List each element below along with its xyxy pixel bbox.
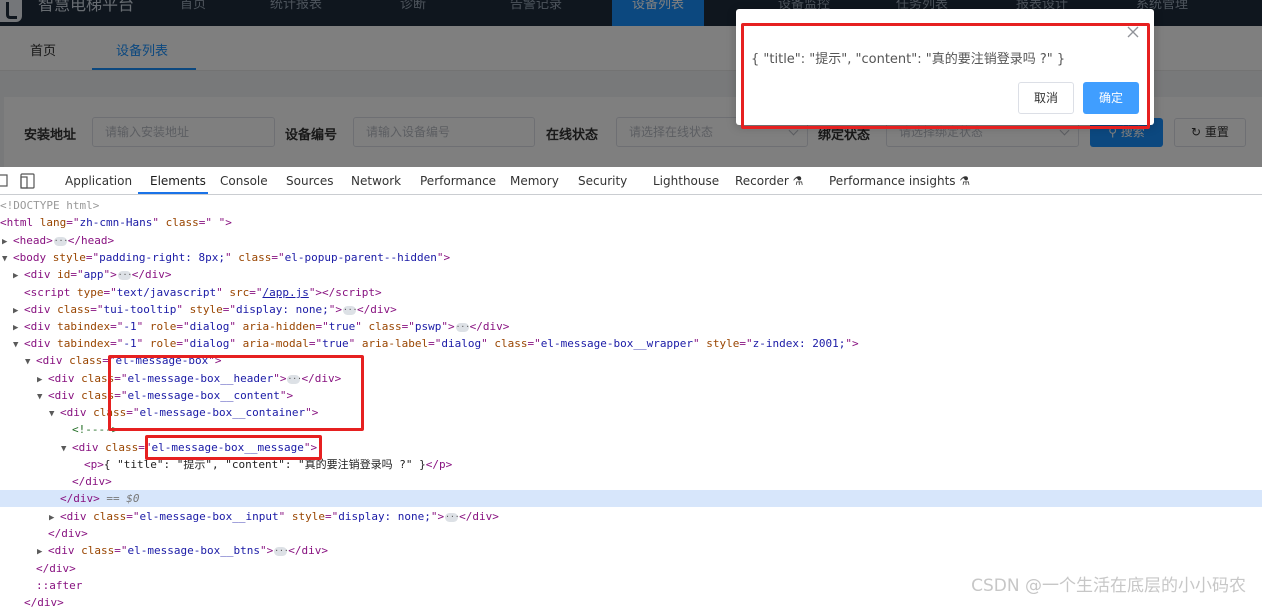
devtools-tab-sources[interactable]: Sources [286, 174, 333, 188]
devtools-tab-console[interactable]: Console [220, 174, 268, 188]
devtools-tab-network[interactable]: Network [351, 174, 401, 188]
recorder-label: Recorder [735, 174, 789, 188]
body-class-value: el-popup-parent--hidden [284, 251, 437, 264]
tooltip-style-value: display: none; [235, 303, 329, 316]
dom-line-content-close[interactable]: </div> [48, 525, 88, 542]
devtools-tab-security[interactable]: Security [578, 174, 627, 188]
dom-line-head[interactable]: ▶ <head>···</head> [2, 232, 114, 249]
wrap-class-value: el-message-box__wrapper [540, 337, 694, 350]
dom-line-html[interactable]: <html lang="zh-cmn-Hans" class=" "> [0, 214, 232, 231]
wrap-tabindex-value: -1 [123, 337, 137, 350]
after-pseudo: ::after [36, 579, 83, 592]
body-style-value: padding-right: 8px; [99, 251, 225, 264]
html-lang-value: zh-cmn-Hans [79, 216, 153, 229]
selected-marker: == $0 [106, 492, 140, 505]
app-id-value: app [83, 268, 104, 281]
dom-line-wrapper[interactable]: ▼ <div tabindex="-1" role="dialog" aria-m… [13, 335, 859, 352]
html-class-value [212, 216, 219, 229]
dom-line-pswp[interactable]: ▶ <div tabindex="-1" role="dialog" aria-h… [13, 318, 509, 335]
devtools-tab-memory[interactable]: Memory [510, 174, 559, 188]
dom-line-btns[interactable]: ▶ <div class="el-message-box__btns">···</… [37, 542, 328, 559]
dom-line-after[interactable]: ::after [36, 577, 82, 594]
highlight-annotation [108, 355, 364, 431]
devtools-tab-lighthouse[interactable]: Lighthouse [653, 174, 719, 188]
devtools-tab-performance-insights[interactable]: Performance insights ⚗ [829, 174, 970, 188]
dom-line-tooltip[interactable]: ▶ <div class="tui-tooltip" style="display… [13, 301, 397, 318]
dom-line-body[interactable]: ▼ <body style="padding-right: 8px;" class… [2, 249, 450, 266]
device-toggle-icon[interactable] [20, 173, 35, 189]
btns-class-value: el-message-box__btns [127, 544, 260, 557]
pswp-hidden-value: true [328, 320, 356, 333]
wrap-style-value: z-index: 2001; [752, 337, 846, 350]
script-type-value: text/javascript [116, 286, 217, 299]
watermark: CSDN @一个生活在底层的小小码农 [971, 576, 1246, 596]
inspect-icon[interactable] [0, 174, 8, 187]
devtools-toolbar: Application Elements Console Sources Net… [0, 167, 1262, 195]
dom-line-message-close[interactable]: </div> [72, 473, 112, 490]
devtools-icons [0, 173, 49, 193]
dom-line-msgbox-close[interactable]: </div> [36, 560, 76, 577]
performance-insights-label: Performance insights [829, 174, 956, 188]
pswp-class-value: pswp [414, 320, 442, 333]
doctype-text: <!DOCTYPE html> [0, 199, 100, 212]
dom-line-app[interactable]: ▶ <div id="app">···</div> [13, 266, 172, 283]
pswp-tabindex-value: -1 [123, 320, 137, 333]
tooltip-class-value: tui-tooltip [103, 303, 177, 316]
dom-line-wrapper-close[interactable]: </div> [24, 594, 64, 611]
input-style-value: display: none; [338, 510, 431, 523]
devtools-tab-elements[interactable]: Elements [150, 174, 206, 188]
devtools-tab-application[interactable]: Application [65, 174, 132, 188]
wrap-role-value: dialog [189, 337, 230, 350]
experiment-flask-icon: ⚗ [792, 174, 804, 188]
input-class-value: el-message-box__input [139, 510, 279, 523]
wrap-modal-value: true [322, 337, 349, 350]
wrap-label-value: dialog [441, 337, 482, 350]
dom-line-selected[interactable]: </div> == $0 [0, 490, 1262, 507]
highlight-annotation [145, 435, 322, 460]
dom-line-script[interactable]: <script type="text/javascript" src="/app… [24, 284, 382, 301]
experiment-flask-icon: ⚗ [959, 174, 971, 188]
devtools-tab-recorder[interactable]: Recorder ⚗ [735, 174, 803, 188]
devtools-active-tab-indicator [138, 192, 208, 194]
devtools-tab-performance[interactable]: Performance [420, 174, 496, 188]
pswp-role-value: dialog [189, 320, 230, 333]
dom-line-doctype[interactable]: <!DOCTYPE html> [0, 197, 99, 214]
dom-line-input[interactable]: ▶ <div class="el-message-box__input" styl… [49, 508, 499, 525]
highlight-annotation [741, 23, 1150, 129]
script-src-link[interactable]: /app.js [262, 286, 308, 299]
